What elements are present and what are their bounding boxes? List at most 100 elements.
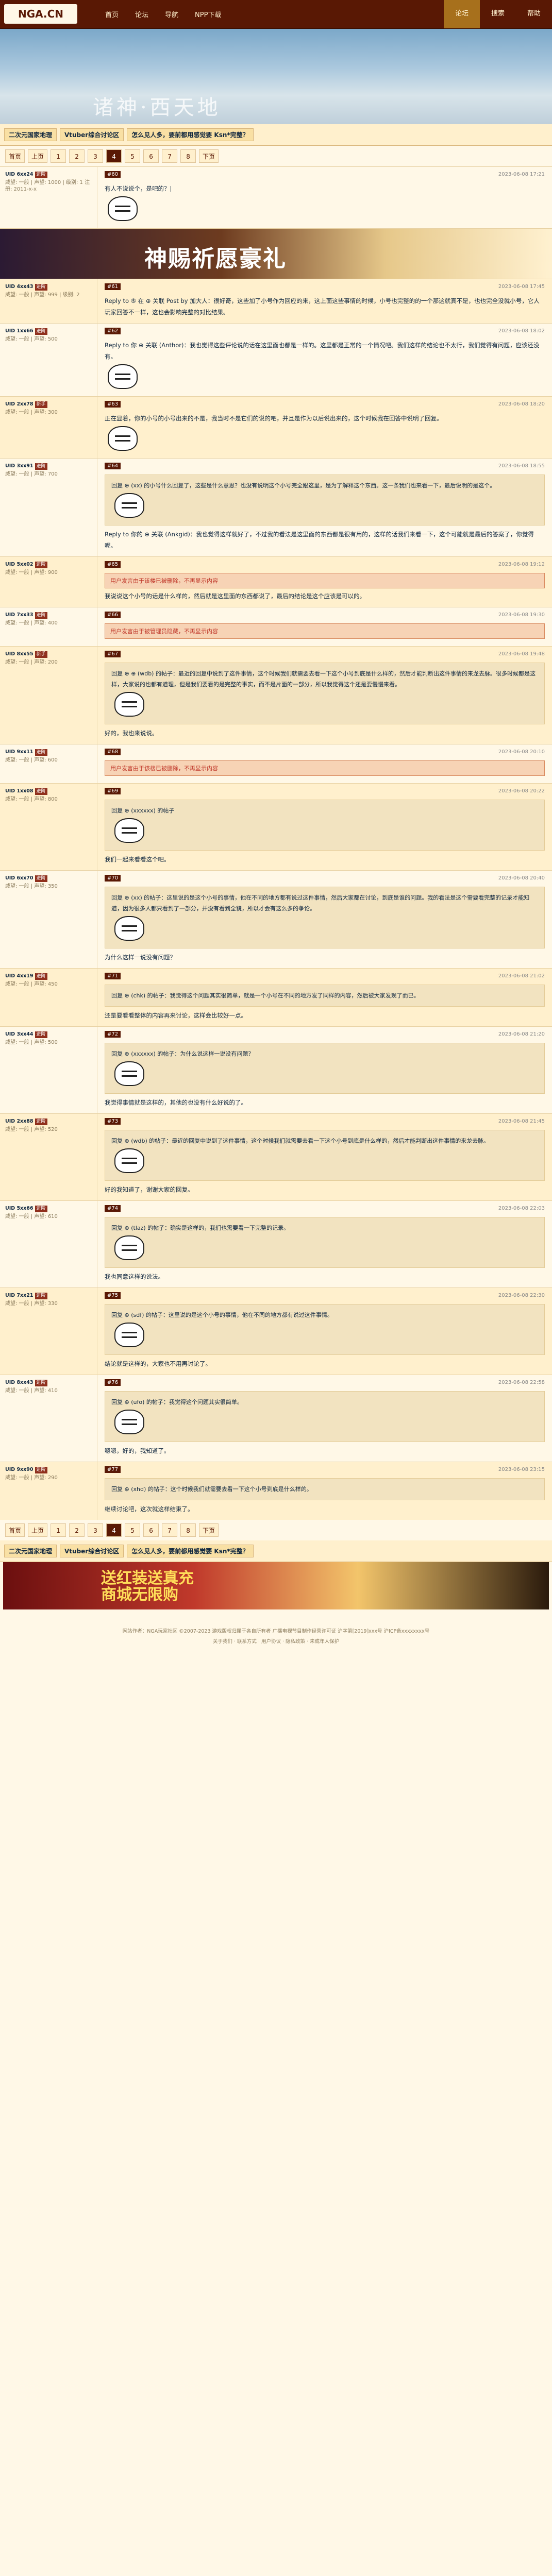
post-main: #64 2023-06-08 18:55 回复 ⊕ (xx) 的小号什么回复了，这些… (97, 459, 552, 556)
user-id[interactable]: UID 3xx91 (5, 463, 34, 469)
user-id[interactable]: UID 2xx88 (5, 1118, 34, 1124)
user-id[interactable]: UID 1xx66 (5, 328, 34, 334)
page-button[interactable]: 4 (106, 1523, 122, 1537)
user-id[interactable]: UID 6xx24 (5, 172, 34, 177)
page-button[interactable]: 2 (69, 1523, 85, 1537)
page-button[interactable]: 下页 (199, 1523, 219, 1537)
bottom-ad-banner[interactable]: 送红装送真充 商城无限购 (3, 1562, 549, 1609)
page-button[interactable]: 首页 (5, 1523, 25, 1537)
page-button[interactable]: 5 (125, 149, 141, 163)
page-button[interactable]: 下页 (199, 149, 219, 163)
floor-number[interactable]: #60 (105, 171, 121, 178)
post-date: 2023-06-08 19:12 (498, 562, 545, 567)
sticker-icon (108, 364, 138, 389)
floor-number[interactable]: #69 (105, 788, 121, 794)
page-button[interactable]: 8 (180, 149, 196, 163)
user-id[interactable]: UID 5xx02 (5, 562, 34, 567)
floor-number[interactable]: #64 (105, 463, 121, 469)
user-stats: 威望: 一般 | 声望: 500 (5, 336, 58, 342)
page-button[interactable]: 8 (180, 1523, 196, 1537)
floor-number[interactable]: #72 (105, 1031, 121, 1038)
user-id[interactable]: UID 3xx44 (5, 1031, 34, 1037)
page-button[interactable]: 3 (88, 1523, 104, 1537)
hot-topic-link[interactable]: 二次元国家地理 (4, 128, 57, 141)
nav-left-item[interactable]: 论坛 (127, 9, 157, 19)
floor-number[interactable]: #74 (105, 1205, 121, 1212)
hot-topic-link[interactable]: 二次元国家地理 (4, 1545, 57, 1557)
page-button[interactable]: 7 (162, 149, 178, 163)
post-row: UID 7xx21 进阶 威望: 一般 | 声望: 330 #75 2023-06-08… (0, 1287, 552, 1375)
page-button[interactable]: 4 (106, 149, 122, 163)
nav-left-item[interactable]: 首页 (97, 9, 127, 19)
floor-number[interactable]: #71 (105, 973, 121, 979)
nav-right-item[interactable]: 论坛 (443, 0, 480, 28)
post-user-info: UID 7xx33 进阶 威望: 一般 | 声望: 400 (0, 607, 97, 646)
hot-topic-link[interactable]: 怎么见人多，要前都用感觉要 Ksn*完整？ (127, 128, 254, 141)
user-id[interactable]: UID 8xx43 (5, 1380, 34, 1385)
page-button[interactable]: 首页 (5, 149, 25, 163)
post-user-info: UID 5xx66 进阶 威望: 一般 | 声望: 610 (0, 1201, 97, 1287)
post-meta: #61 2023-06-08 17:45 (105, 283, 545, 290)
floor-number[interactable]: #70 (105, 875, 121, 882)
floor-number[interactable]: #65 (105, 561, 121, 568)
post-main: #67 2023-06-08 19:48 回复 ⊕ ⊕ (wdb) 的帖子：最近的回… (97, 647, 552, 744)
floor-number[interactable]: #75 (105, 1292, 121, 1299)
footer-links[interactable]: 关于我们 · 联系方式 · 用户协议 · 隐私政策 · 未成年人保护 (5, 1637, 547, 1645)
post-main: #65 2023-06-08 19:12 用户发言由于该楼已被删除，不再显示内容 我说… (97, 557, 552, 607)
page-button[interactable]: 5 (125, 1523, 141, 1537)
floor-number[interactable]: #63 (105, 401, 121, 408)
nav-left-item[interactable]: 导航 (157, 9, 187, 19)
post-meta: #77 2023-06-08 23:15 (105, 1466, 545, 1473)
user-id[interactable]: UID 8xx55 (5, 651, 34, 657)
post-date: 2023-06-08 17:45 (498, 284, 545, 290)
page-button[interactable]: 7 (162, 1523, 178, 1537)
page-button[interactable]: 6 (143, 149, 159, 163)
quote-block: 回复 ⊕ (xxxxxx) 的帖子 (105, 800, 545, 851)
floor-number[interactable]: #66 (105, 612, 121, 618)
user-stats: 威望: 一般 | 声望: 610 (5, 1214, 58, 1219)
user-id[interactable]: UID 4xx19 (5, 973, 34, 979)
floor-number[interactable]: #73 (105, 1118, 121, 1125)
floor-number[interactable]: #68 (105, 749, 121, 755)
site-logo[interactable]: NGA.CN (0, 0, 82, 28)
user-id[interactable]: UID 7xx21 (5, 1293, 34, 1298)
user-level-badge: 进阶 (35, 973, 47, 980)
user-stats: 威望: 一般 | 声望: 600 (5, 757, 58, 763)
page-button[interactable]: 1 (51, 1523, 66, 1537)
post-body: 我觉得事情就是这样的，其他的也没有什么好说的了。 (105, 1099, 247, 1106)
page-button[interactable]: 6 (143, 1523, 159, 1537)
ad-banner[interactable]: 神赐祈愿豪礼 (0, 228, 552, 279)
nav-right-item[interactable]: 搜索 (480, 0, 516, 28)
user-id[interactable]: UID 6xx70 (5, 875, 34, 881)
post-row: UID 8xx43 进阶 威望: 一般 | 声望: 410 #76 2023-06-08… (0, 1375, 552, 1462)
user-stats: 威望: 一般 | 声望: 350 (5, 884, 58, 889)
sticker-icon (108, 196, 138, 221)
nav-left-item[interactable]: NPP下载 (187, 9, 229, 19)
page-button[interactable]: 上页 (28, 149, 48, 163)
user-id[interactable]: UID 9xx11 (5, 749, 34, 755)
top-nav-right: 论坛 搜索 帮助 (443, 0, 552, 28)
page-button[interactable]: 上页 (28, 1523, 48, 1537)
user-id[interactable]: UID 9xx90 (5, 1467, 34, 1472)
page-button[interactable]: 1 (51, 149, 66, 163)
user-id[interactable]: UID 1xx08 (5, 788, 34, 794)
nav-right-item[interactable]: 帮助 (516, 0, 552, 28)
floor-number[interactable]: #77 (105, 1466, 121, 1473)
user-id[interactable]: UID 4xx43 (5, 284, 34, 290)
hot-topics-strip: 二次元国家地理 Vtuber综合讨论区 怎么见人多，要前都用感觉要 Ksn*完整？ (0, 124, 552, 146)
floor-number[interactable]: #62 (105, 328, 121, 334)
floor-number[interactable]: #76 (105, 1379, 121, 1386)
user-stats: 威望: 一般 | 声望: 300 (5, 410, 58, 415)
hot-topic-link[interactable]: Vtuber综合讨论区 (60, 128, 124, 141)
hot-topic-link[interactable]: Vtuber综合讨论区 (60, 1545, 124, 1557)
page-button[interactable]: 2 (69, 149, 85, 163)
floor-number[interactable]: #67 (105, 651, 121, 657)
page-button[interactable]: 3 (88, 149, 104, 163)
user-id[interactable]: UID 5xx66 (5, 1206, 34, 1211)
post-row: UID 1xx08 进阶 威望: 一般 | 声望: 800 #69 2023-06-08… (0, 783, 552, 870)
hot-topic-link[interactable]: 怎么见人多，要前都用感觉要 Ksn*完整？ (127, 1545, 254, 1557)
post-body: 我们一起来看看这个吧。 (105, 856, 170, 863)
user-id[interactable]: UID 2xx78 (5, 401, 34, 407)
user-id[interactable]: UID 7xx33 (5, 612, 34, 618)
floor-number[interactable]: #61 (105, 283, 121, 290)
